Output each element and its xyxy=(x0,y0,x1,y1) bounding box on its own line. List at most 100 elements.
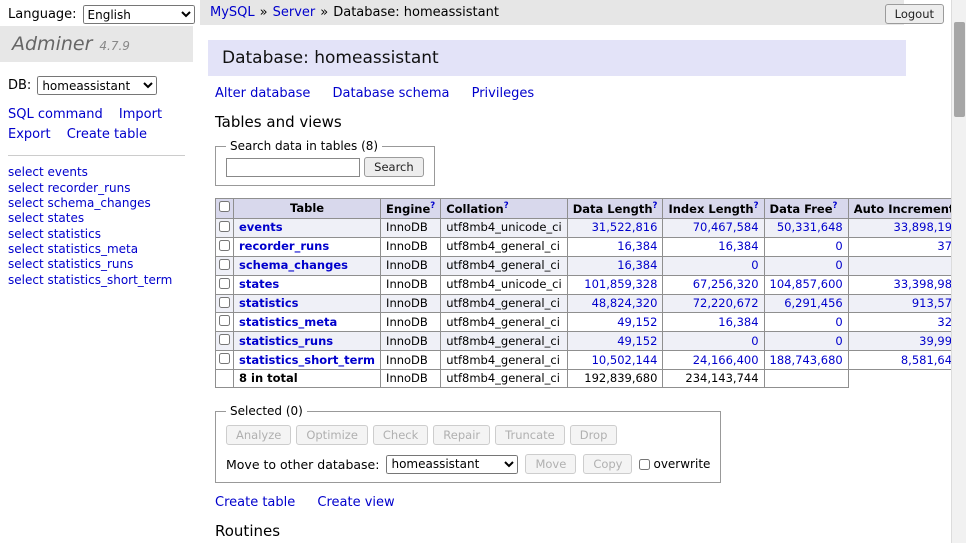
table-name-link[interactable]: statistics_short_term xyxy=(239,353,375,367)
repair-button[interactable]: Repair xyxy=(433,425,490,445)
row-check-cell xyxy=(216,294,234,313)
breadcrumb-server-link[interactable]: Server xyxy=(273,5,316,20)
data-length-link[interactable]: 101,859,328 xyxy=(584,277,657,291)
row-checkbox[interactable] xyxy=(219,278,230,289)
data-length-link[interactable]: 49,152 xyxy=(617,315,657,329)
table-name-link[interactable]: statistics_runs xyxy=(239,334,333,348)
create-table-link[interactable]: Create table xyxy=(67,127,147,142)
optimize-button[interactable]: Optimize xyxy=(296,425,368,445)
logout-button[interactable]: Logout xyxy=(885,4,944,24)
row-checkbox[interactable] xyxy=(219,334,230,345)
data-length-link[interactable]: 48,824,320 xyxy=(592,296,658,310)
sql-command-link[interactable]: SQL command xyxy=(8,107,103,122)
data-length-link[interactable]: 49,152 xyxy=(617,334,657,348)
auto-increment-link[interactable]: 33,898,196 xyxy=(894,220,960,234)
db-select[interactable]: homeassistant xyxy=(37,76,157,95)
import-link[interactable]: Import xyxy=(119,107,162,122)
sidebar-table-link[interactable]: select statistics_short_term xyxy=(8,273,185,288)
table-name-link[interactable]: recorder_runs xyxy=(239,239,329,253)
sidebar-table-link[interactable]: select statistics_meta xyxy=(8,242,185,257)
row-checkbox[interactable] xyxy=(219,259,230,270)
vertical-scrollbar[interactable] xyxy=(951,0,966,543)
sidebar-table-link[interactable]: select schema_changes xyxy=(8,196,185,211)
column-help-link[interactable]: ? xyxy=(754,201,759,211)
table-name-link[interactable]: states xyxy=(239,277,279,291)
search-fieldset: Search data in tables (8) Search xyxy=(215,139,435,186)
data-free-link[interactable]: 0 xyxy=(835,315,842,329)
table-name-link[interactable]: statistics xyxy=(239,296,299,310)
data-free-link[interactable]: 50,331,648 xyxy=(777,220,843,234)
table-name-cell: statistics xyxy=(234,294,381,313)
check-button[interactable]: Check xyxy=(373,425,428,445)
auto-increment-cell: 6 xyxy=(848,256,965,275)
truncate-button[interactable]: Truncate xyxy=(495,425,565,445)
drop-button[interactable]: Drop xyxy=(570,425,618,445)
row-checkbox[interactable] xyxy=(219,353,230,364)
row-checkbox[interactable] xyxy=(219,297,230,308)
index-length-cell: 70,467,584 xyxy=(663,218,764,237)
sidebar-table-link[interactable]: select events xyxy=(8,165,185,180)
auto-increment-link[interactable]: 33,398,984 xyxy=(894,277,960,291)
collation-cell: utf8mb4_general_ci xyxy=(441,237,568,256)
row-checkbox[interactable] xyxy=(219,315,230,326)
data-free-link[interactable]: 0 xyxy=(835,258,842,272)
index-length-link[interactable]: 70,467,584 xyxy=(693,220,759,234)
language-select[interactable]: English xyxy=(83,5,195,24)
column-help-link[interactable]: ? xyxy=(504,201,509,211)
move-button[interactable]: Move xyxy=(525,454,576,474)
copy-button[interactable]: Copy xyxy=(583,454,632,474)
column-header: Collation? xyxy=(441,199,568,219)
sidebar-table-link[interactable]: select statistics_runs xyxy=(8,257,185,272)
data-length-cell: 48,824,320 xyxy=(567,294,663,313)
table-header-row: TableEngine?Collation?Data Length?Index … xyxy=(216,199,966,219)
data-free-link[interactable]: 104,857,600 xyxy=(770,277,843,291)
search-button[interactable]: Search xyxy=(364,157,424,177)
index-length-link[interactable]: 0 xyxy=(751,258,758,272)
column-help-link[interactable]: ? xyxy=(430,201,435,211)
index-length-link[interactable]: 67,256,320 xyxy=(693,277,759,291)
index-length-cell: 67,256,320 xyxy=(663,275,764,294)
data-free-link[interactable]: 6,291,456 xyxy=(784,296,843,310)
table-name-link[interactable]: statistics_meta xyxy=(239,315,337,329)
sidebar-table-link[interactable]: select recorder_runs xyxy=(8,181,185,196)
create-table-link-main[interactable]: Create table xyxy=(215,495,295,510)
data-free-link[interactable]: 188,743,680 xyxy=(770,353,843,367)
move-db-select[interactable]: homeassistant xyxy=(386,455,518,474)
overwrite-checkbox[interactable] xyxy=(639,459,650,470)
export-link[interactable]: Export xyxy=(8,127,51,142)
sidebar-table-link[interactable]: select statistics xyxy=(8,227,185,242)
column-help-link[interactable]: ? xyxy=(833,201,838,211)
index-length-link[interactable]: 16,384 xyxy=(718,239,758,253)
row-checkbox[interactable] xyxy=(219,221,230,232)
index-length-link[interactable]: 0 xyxy=(751,334,758,348)
alter-database-link[interactable]: Alter database xyxy=(215,86,310,101)
data-length-link[interactable]: 16,384 xyxy=(617,239,657,253)
scrollbar-thumb[interactable] xyxy=(954,22,965,117)
breadcrumb: MySQL » Server » Database: homeassistant xyxy=(200,0,904,25)
search-input[interactable] xyxy=(226,158,360,177)
database-schema-link[interactable]: Database schema xyxy=(333,86,450,101)
create-view-link[interactable]: Create view xyxy=(317,495,394,510)
collation-cell: utf8mb4_general_ci xyxy=(441,313,568,332)
data-length-cell: 101,859,328 xyxy=(567,275,663,294)
data-length-link[interactable]: 10,502,144 xyxy=(592,353,658,367)
data-free-link[interactable]: 0 xyxy=(835,239,842,253)
data-length-link[interactable]: 31,522,816 xyxy=(592,220,658,234)
column-help-link[interactable]: ? xyxy=(653,201,658,211)
select-all-checkbox[interactable] xyxy=(219,201,230,212)
sidebar-table-link[interactable]: select states xyxy=(8,211,185,226)
index-length-link[interactable]: 16,384 xyxy=(718,315,758,329)
row-check-cell xyxy=(216,313,234,332)
index-length-link[interactable]: 72,220,672 xyxy=(693,296,759,310)
index-length-cell: 16,384 xyxy=(663,313,764,332)
analyze-button[interactable]: Analyze xyxy=(226,425,291,445)
data-free-cell: 104,857,600 xyxy=(764,275,848,294)
data-free-link[interactable]: 0 xyxy=(835,334,842,348)
breadcrumb-mysql-link[interactable]: MySQL xyxy=(210,5,255,20)
table-name-link[interactable]: events xyxy=(239,220,283,234)
data-length-link[interactable]: 16,384 xyxy=(617,258,657,272)
row-checkbox[interactable] xyxy=(219,240,230,251)
table-name-link[interactable]: schema_changes xyxy=(239,258,348,272)
privileges-link[interactable]: Privileges xyxy=(472,86,535,101)
index-length-link[interactable]: 24,166,400 xyxy=(693,353,759,367)
